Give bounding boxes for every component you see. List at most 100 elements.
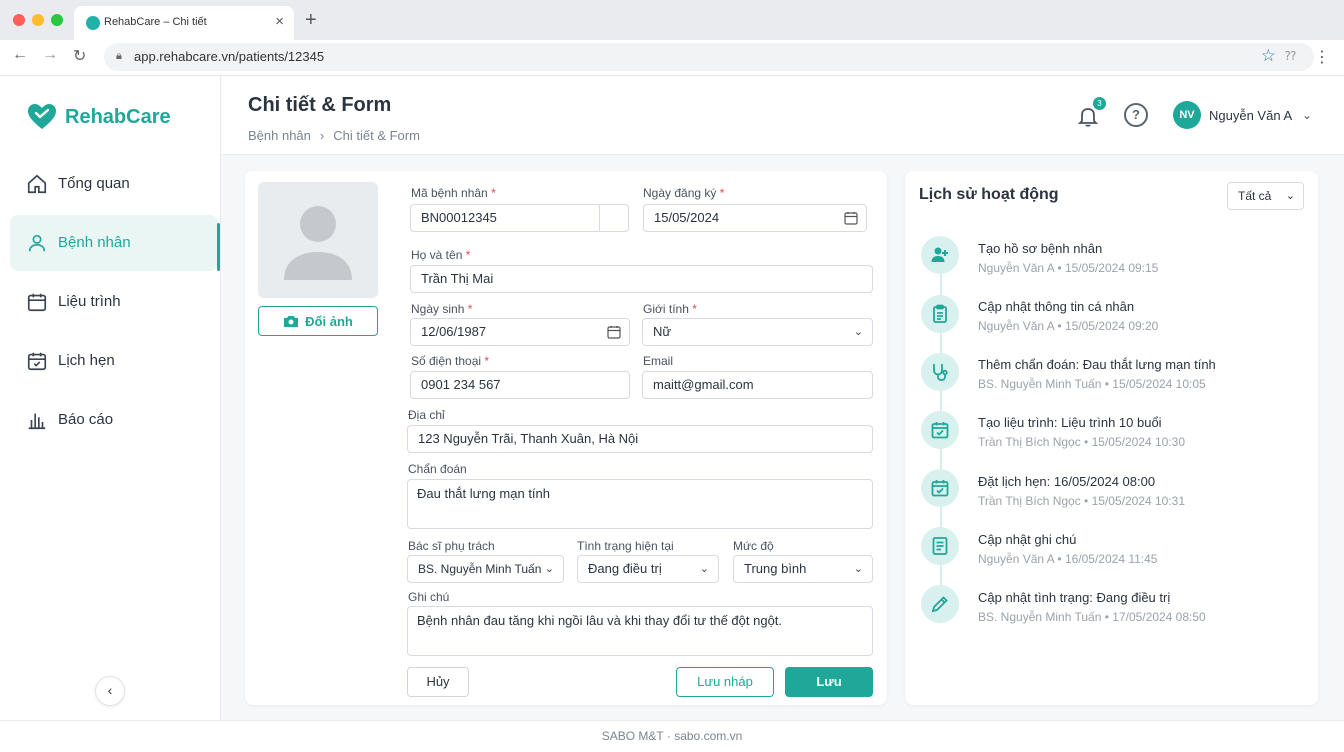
calendar-icon[interactable] xyxy=(844,211,858,225)
phone-label: Số điện thoại * xyxy=(411,354,489,368)
close-tab-icon[interactable]: × xyxy=(275,13,284,30)
patient-photo xyxy=(258,182,378,298)
sidebar-item-treatments[interactable]: Liệu trình xyxy=(10,274,218,330)
save-draft-button[interactable]: Lưu nháp xyxy=(676,667,774,697)
browser-tab-bar: RehabCare – Chi tiết × + xyxy=(0,0,1344,40)
breadcrumb-patients-link[interactable]: Bệnh nhân xyxy=(248,128,311,143)
phone-field[interactable]: 0901 234 567 xyxy=(410,371,630,399)
user-name[interactable]: Nguyễn Văn A xyxy=(1209,108,1292,123)
close-window-button[interactable] xyxy=(13,14,25,26)
full-name-field[interactable]: Trần Thị Mai xyxy=(410,265,873,293)
required-mark: * xyxy=(491,186,496,200)
chevron-right-icon: › xyxy=(319,128,325,143)
back-icon[interactable]: ← xyxy=(12,46,28,64)
patient-id-value: BN00012345 xyxy=(421,210,497,225)
tab-title: RehabCare – Chi tiết xyxy=(104,16,207,28)
required-mark: * xyxy=(467,302,473,316)
required-mark: * xyxy=(719,186,725,200)
document-icon xyxy=(921,527,959,565)
bookmark-star-icon[interactable]: ☆ xyxy=(1261,46,1276,66)
favicon-icon xyxy=(86,16,100,30)
forward-icon[interactable]: → xyxy=(42,46,58,64)
doctor-label: Bác sĩ phụ trách xyxy=(408,539,495,553)
doctor-select[interactable]: BS. Nguyễn Minh Tuấn ⌄ xyxy=(407,555,564,583)
save-button[interactable]: Lưu xyxy=(785,667,873,697)
level-select[interactable]: Trung bình ⌄ xyxy=(733,555,873,583)
new-tab-icon[interactable]: + xyxy=(305,9,317,32)
cancel-button[interactable]: Hủy xyxy=(407,667,469,697)
extension-icon[interactable]: ⁇ xyxy=(1285,49,1296,63)
activity-time: 17/05/2024 08:50 xyxy=(1112,610,1206,624)
bar-chart-icon xyxy=(28,413,46,430)
gender-value: Nữ xyxy=(653,324,672,339)
user-plus-icon xyxy=(921,236,959,274)
label-text: Mã bệnh nhân xyxy=(411,186,488,200)
chevron-down-icon[interactable]: ⌄ xyxy=(1302,108,1312,122)
activity-time: 16/05/2024 11:45 xyxy=(1064,552,1158,566)
logo[interactable]: RehabCare xyxy=(27,103,171,131)
sidebar-item-reports[interactable]: Báo cáo xyxy=(10,392,218,448)
chevron-down-icon: ⌄ xyxy=(544,563,554,575)
avatar[interactable]: NV xyxy=(1173,101,1201,129)
patient-id-field[interactable]: BN00012345 xyxy=(410,204,629,232)
activity-meta: BS. Nguyễn Minh Tuấn • 15/05/2024 10:05 xyxy=(978,377,1206,391)
sidebar-item-overview[interactable]: Tổng quan xyxy=(10,156,218,212)
address-field[interactable]: 123 Nguyễn Trãi, Thanh Xuân, Hà Nội xyxy=(407,425,873,453)
chevron-down-icon: ⌄ xyxy=(1285,190,1295,202)
activity-filter-select[interactable]: Tất cả ⌄ xyxy=(1227,182,1304,210)
status-select[interactable]: Đang điều trị ⌄ xyxy=(577,555,719,583)
calendar-icon[interactable] xyxy=(607,325,621,339)
status-label: Tình trạng hiện tại xyxy=(577,539,674,553)
note-textarea[interactable]: Bệnh nhân đau tăng khi ngồi lâu và khi t… xyxy=(407,606,873,656)
email-field[interactable]: maitt@gmail.com xyxy=(642,371,873,399)
home-icon xyxy=(27,174,47,194)
label-text: Số điện thoại xyxy=(411,354,482,368)
sidebar-item-patients[interactable]: Bệnh nhân xyxy=(10,215,220,271)
heart-logo-icon xyxy=(28,104,56,129)
browser-tab[interactable]: RehabCare – Chi tiết × xyxy=(74,6,294,40)
chevron-down-icon: ⌄ xyxy=(853,563,863,575)
reg-date-field[interactable]: 15/05/2024 xyxy=(643,204,867,232)
activity-meta: BS. Nguyễn Minh Tuấn • 17/05/2024 08:50 xyxy=(978,610,1206,624)
activity-time: 15/05/2024 10:31 xyxy=(1091,494,1186,508)
activity-meta: Trần Thị Bích Ngọc • 15/05/2024 10:30 xyxy=(978,435,1186,449)
label-text: Giới tính xyxy=(643,302,689,316)
brand-name: RehabCare xyxy=(65,105,171,128)
reload-icon[interactable]: ↻ xyxy=(73,46,86,66)
activity-time: 15/05/2024 09:20 xyxy=(1064,319,1159,333)
activity-user: Nguyễn Văn A xyxy=(978,261,1055,275)
maximize-window-button[interactable] xyxy=(51,14,63,26)
address-bar-row: ← → ↻ 🔒︎ app.rehabcare.vn/patients/12345… xyxy=(0,40,1344,76)
camera-icon xyxy=(284,316,299,327)
minimize-window-button[interactable] xyxy=(32,14,44,26)
activity-text: Cập nhật ghi chú xyxy=(978,532,1077,547)
footer: SABO M&T · sabo.com.vn xyxy=(0,720,1344,752)
stethoscope-icon xyxy=(921,353,959,391)
breadcrumb-current: Chi tiết & Form xyxy=(333,128,420,143)
activity-time: 15/05/2024 10:30 xyxy=(1091,435,1186,449)
sidebar-item-label: Lịch hẹn xyxy=(58,352,115,369)
calendar-check-icon xyxy=(921,411,959,449)
diagnosis-textarea[interactable]: Đau thắt lưng mạn tính xyxy=(407,479,873,529)
sidebar-item-appointments[interactable]: Lịch hẹn xyxy=(10,333,218,389)
chevron-down-icon: ⌄ xyxy=(853,326,863,338)
change-photo-button[interactable]: Đổi ảnh xyxy=(258,306,378,336)
note-label: Ghi chú xyxy=(408,590,450,604)
activity-time: 15/05/2024 09:15 xyxy=(1064,261,1159,275)
lock-icon: 🔒︎ xyxy=(116,50,122,62)
gender-label: Giới tính * xyxy=(643,302,697,316)
gender-select[interactable]: Nữ ⌄ xyxy=(642,318,873,346)
url-field[interactable]: 🔒︎ app.rehabcare.vn/patients/12345 ☆ ⁇ xyxy=(104,43,1314,71)
help-icon[interactable]: ? xyxy=(1124,103,1148,127)
filter-value: Tất cả xyxy=(1238,189,1272,203)
browser-menu-icon[interactable]: ⋮ xyxy=(1314,47,1330,67)
activity-user: BS. Nguyễn Minh Tuấn xyxy=(978,377,1102,391)
sidebar: RehabCare Tổng quan Bệnh nhân Liệu trình… xyxy=(0,76,221,720)
activity-text: Thêm chẩn đoán: Đau thắt lưng mạn tính xyxy=(978,357,1216,372)
collapse-sidebar-button[interactable]: ‹ xyxy=(95,676,125,706)
breadcrumb: Bệnh nhân › Chi tiết & Form xyxy=(248,128,420,143)
dob-field[interactable]: 12/06/1987 xyxy=(410,318,630,346)
chevron-down-icon: ⌄ xyxy=(699,563,709,575)
activity-meta: Nguyễn Văn A • 15/05/2024 09:20 xyxy=(978,319,1159,333)
label-text: Ngày sinh xyxy=(411,302,465,316)
